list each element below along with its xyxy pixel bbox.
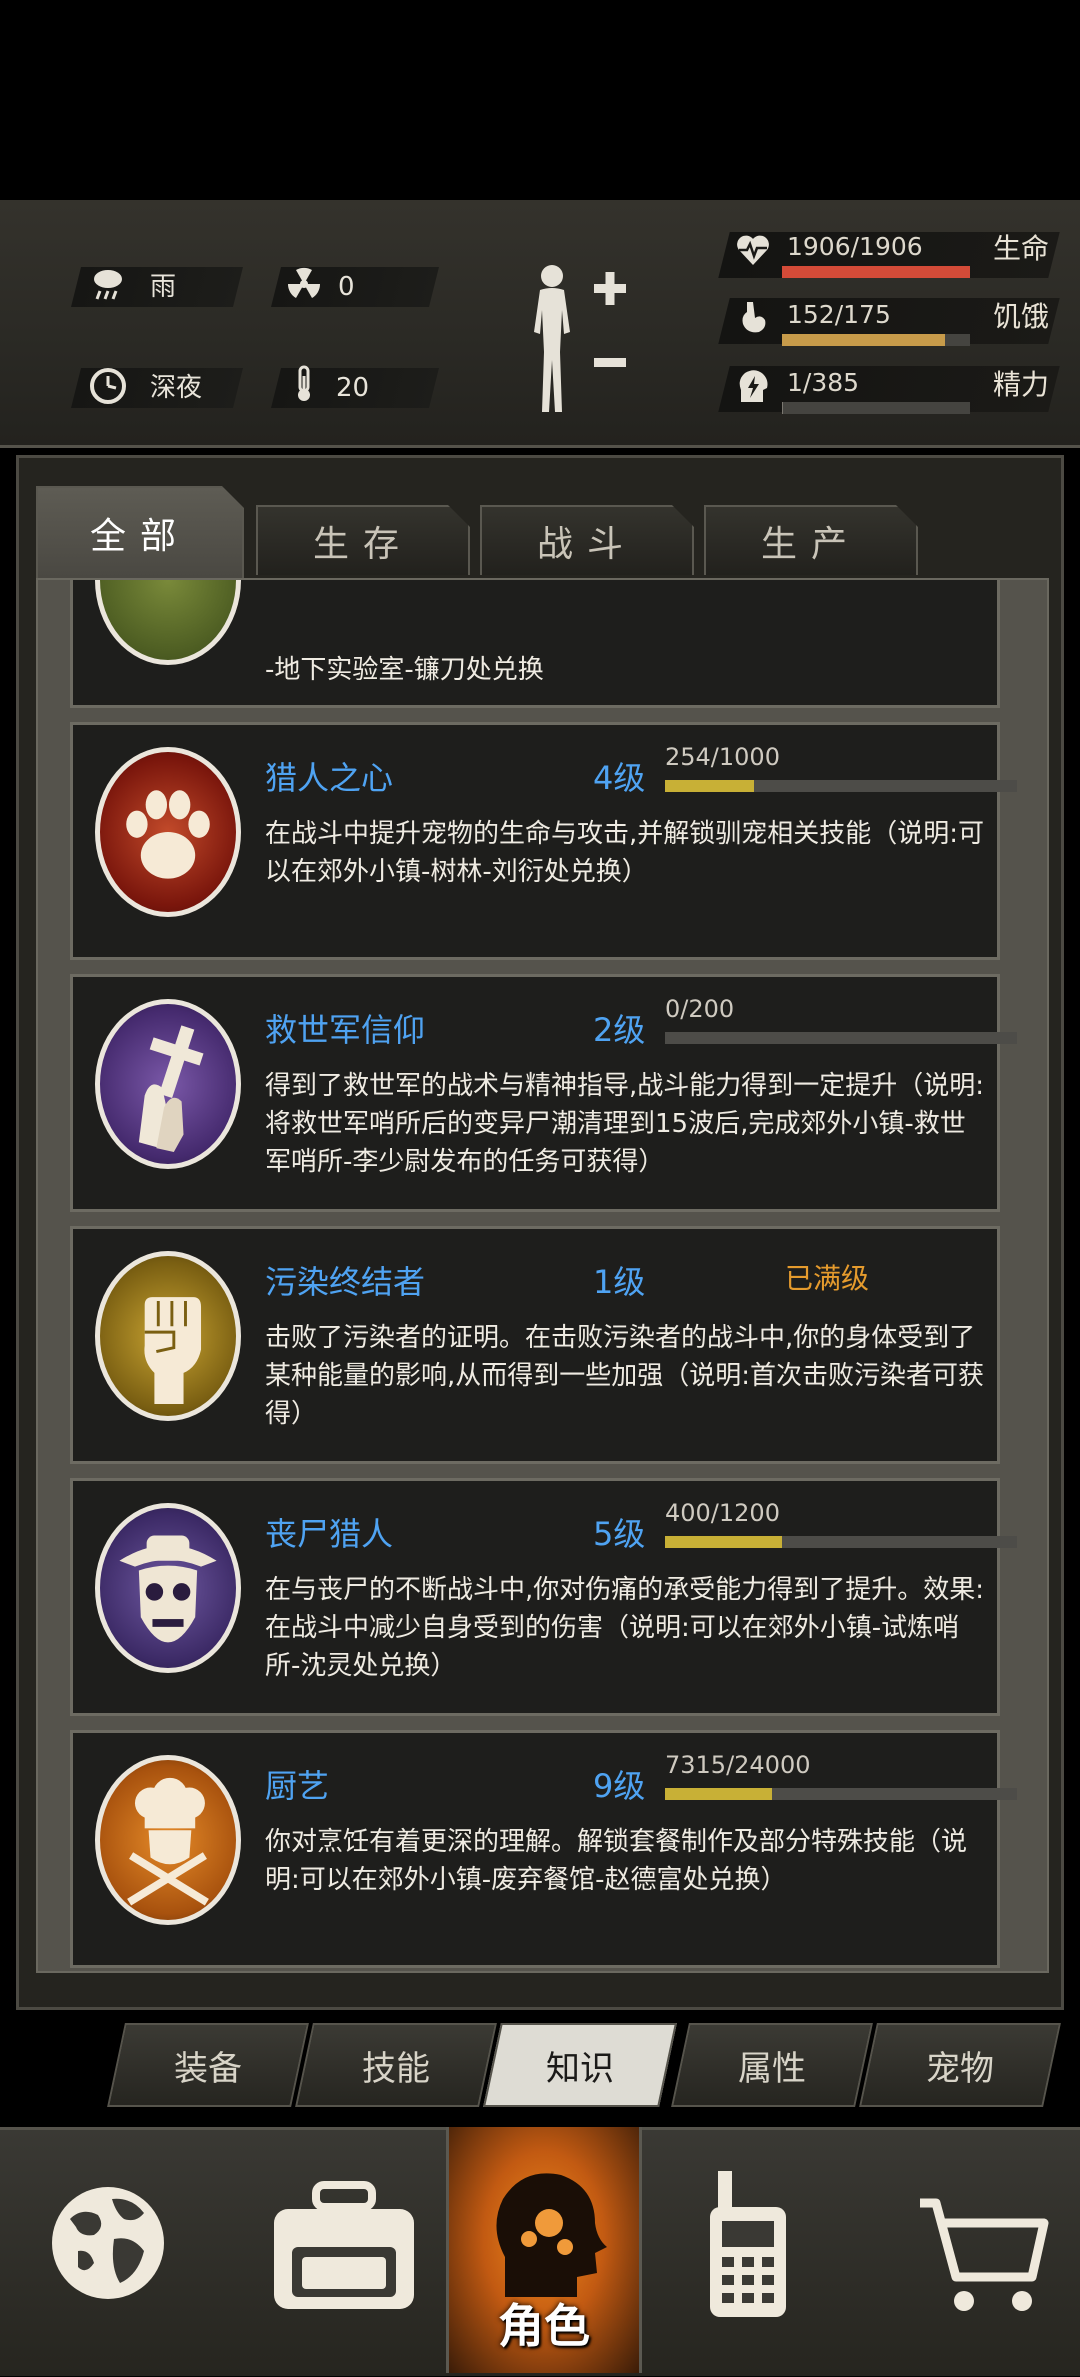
- skill-level: 4级: [593, 753, 645, 799]
- skill-card-zombie-hunter[interactable]: 丧尸猎人 5级 400/1200 在与丧尸的不断战斗中,你对伤痛的承受能力得到了…: [70, 1478, 1000, 1716]
- subtab-knowledge[interactable]: 知识: [488, 2023, 672, 2107]
- tab-all[interactable]: 全部: [36, 486, 244, 578]
- skill-card-pollution-terminator[interactable]: 污染终结者 1级 已满级 击败了污染者的证明。在击败污染者的战斗中,你的身体受到…: [70, 1226, 1000, 1464]
- skill-name: 救世军信仰: [265, 1005, 425, 1051]
- hunger-bar-fill: [782, 334, 945, 346]
- chef-icon: [95, 1755, 241, 1925]
- skill-progress-bar: [665, 1788, 1017, 1800]
- skill-progress-text: 254/1000: [665, 743, 780, 771]
- tab-survival[interactable]: 生存: [256, 505, 470, 575]
- skill-desc: -地下实验室-镰刀处兑换: [265, 651, 985, 689]
- nav-map[interactable]: [20, 2127, 220, 2373]
- zombie-skull-icon: [95, 1503, 241, 1673]
- health-value: 1906/1906: [787, 232, 923, 262]
- max-level-badge: 已满级: [785, 1257, 869, 1297]
- nav-inventory[interactable]: [244, 2127, 444, 2373]
- skill-desc: 你对烹饪有着更深的理解。解锁套餐制作及部分特殊技能（说明:可以在郊外小镇-废弃餐…: [265, 1823, 985, 1899]
- skill-progress-bar: [665, 780, 1017, 792]
- skill-level: 2级: [593, 1005, 645, 1051]
- energy-bar: [782, 402, 970, 414]
- skill-name: 丧尸猎人: [265, 1509, 393, 1555]
- paw-icon: [95, 747, 241, 917]
- skill-desc: 在战斗中提升宠物的生命与攻击,并解锁驯宠相关技能（说明:可以在郊外小镇-树林-刘…: [265, 815, 985, 891]
- energy-label: 精力: [993, 368, 1049, 402]
- tab-production[interactable]: 生产: [704, 505, 918, 575]
- skill-desc: 击败了污染者的证明。在击败污染者的战斗中,你的身体受到了某种能量的影响,从而得到…: [265, 1319, 985, 1433]
- hunger-value: 152/175: [787, 300, 891, 330]
- time-value: 深夜: [150, 368, 202, 408]
- skill-list[interactable]: -地下实验室-镰刀处兑换 猎人之心 4级 254/1000 在战斗中提升宠物的生…: [36, 578, 1049, 1973]
- skill-level: 1级: [593, 1257, 645, 1303]
- praying-cross-icon: [95, 999, 241, 1169]
- skill-card-cooking[interactable]: 厨艺 9级 7315/24000 你对烹饪有着更深的理解。解锁套餐制作及部分特殊…: [70, 1730, 1000, 1968]
- skill-progress-fill: [665, 1788, 772, 1800]
- body-status-icon[interactable]: [522, 262, 628, 417]
- skill-level: 9级: [593, 1761, 645, 1807]
- nav-shop[interactable]: [880, 2127, 1080, 2373]
- skill-progress-text: 7315/24000: [665, 1751, 811, 1779]
- globe-icon: [20, 2127, 220, 2373]
- skill-progress-text: 400/1200: [665, 1499, 780, 1527]
- nav-character-label: 角色: [446, 2290, 642, 2356]
- radiation-icon: [284, 264, 324, 304]
- health-bar-fill: [782, 266, 970, 278]
- clock-icon: [88, 366, 128, 406]
- health-label: 生命: [993, 232, 1049, 266]
- skill-name: 厨艺: [265, 1761, 329, 1807]
- cart-icon: [880, 2127, 1080, 2373]
- skill-name: 猎人之心: [265, 753, 393, 799]
- backpack-icon: [244, 2127, 444, 2373]
- skill-card-partial[interactable]: -地下实验室-镰刀处兑换: [70, 578, 1000, 708]
- health-bar: [782, 266, 970, 278]
- tab-combat[interactable]: 战斗: [480, 505, 694, 575]
- skill-name: 污染终结者: [265, 1257, 425, 1303]
- fist-icon: [95, 1251, 241, 1421]
- stomach-icon: [733, 298, 773, 338]
- thermometer-icon: [284, 364, 324, 404]
- subtab-equipment[interactable]: 装备: [116, 2023, 300, 2107]
- nav-radio[interactable]: [660, 2127, 860, 2373]
- hunger-bar: [782, 334, 970, 346]
- skill-progress-text: 0/200: [665, 995, 734, 1023]
- energy-value: 1/385: [787, 368, 859, 398]
- subtab-pets[interactable]: 宠物: [868, 2023, 1052, 2107]
- skill-progress-bar: [665, 1032, 1017, 1044]
- temperature-value: 20: [336, 368, 369, 408]
- skill-card-salvation-faith[interactable]: 救世军信仰 2级 0/200 得到了救世军的战术与精神指导,战斗能力得到一定提升…: [70, 974, 1000, 1212]
- rain-cloud-icon: [88, 264, 128, 304]
- skill-progress-fill: [665, 780, 754, 792]
- skill-desc: 得到了救世军的战术与精神指导,战斗能力得到一定提升（说明:将救世军哨所后的变异尸…: [265, 1067, 985, 1181]
- heartbeat-icon: [733, 230, 773, 270]
- skill-level: 5级: [593, 1509, 645, 1555]
- hunger-label: 饥饿: [993, 300, 1049, 334]
- energy-head-icon: [733, 366, 773, 406]
- skill-card-hunter-heart[interactable]: 猎人之心 4级 254/1000 在战斗中提升宠物的生命与攻击,并解锁驯宠相关技…: [70, 722, 1000, 960]
- subtab-attributes[interactable]: 属性: [680, 2023, 864, 2107]
- radio-icon: [660, 2127, 860, 2373]
- subtab-skills[interactable]: 技能: [304, 2023, 488, 2107]
- sickle-badge: [95, 578, 241, 665]
- skill-progress-fill: [665, 1536, 782, 1548]
- skill-desc: 在与丧尸的不断战斗中,你对伤痛的承受能力得到了提升。效果:在战斗中减少自身受到的…: [265, 1571, 985, 1685]
- radiation-value: 0: [338, 267, 355, 307]
- weather-value: 雨: [150, 267, 176, 307]
- skill-progress-bar: [665, 1536, 1017, 1548]
